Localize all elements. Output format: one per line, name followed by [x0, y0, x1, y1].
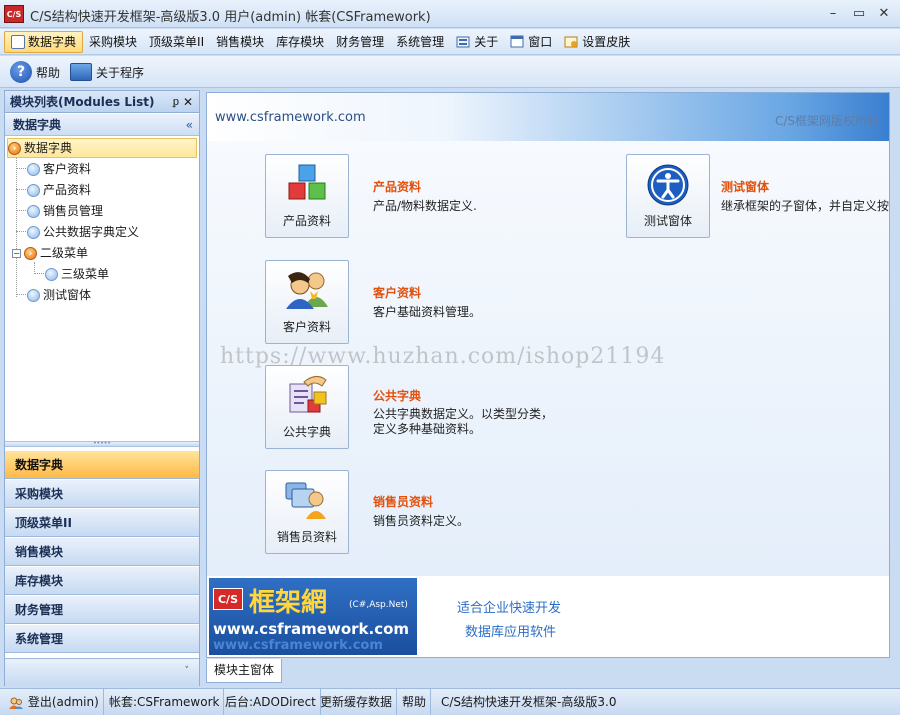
user-icon	[9, 697, 23, 709]
app-logo: C/S	[4, 5, 24, 23]
nav-system[interactable]: 系统管理	[5, 625, 199, 653]
chevron-down-icon[interactable]: ˅	[185, 666, 190, 676]
product-button[interactable]: 产品资料	[265, 154, 349, 238]
salesman-title: 销售员资料	[373, 495, 434, 509]
about-program-icon	[70, 63, 92, 81]
dictionary-icon	[289, 376, 327, 413]
window-title: C/S结构快速开发框架-高级版3.0 用户(admin) 帐套(CSFramew…	[30, 10, 431, 25]
status-logout[interactable]: 登出(admin)	[4, 689, 104, 715]
node-icon	[45, 267, 58, 281]
menu-skin[interactable]: 设置皮肤	[558, 31, 636, 53]
menu-data-dict[interactable]: 数据字典	[4, 31, 84, 53]
salesman-button[interactable]: 销售员资料	[265, 470, 349, 554]
module-tree: › 数据字典 客户资料 产品资料 销售员管理 公共数据字典定义 − › 二级菜单…	[5, 137, 199, 437]
ad-slogan-2[interactable]: 数据库应用软件	[465, 621, 556, 640]
status-product: C/S结构快速开发框架-高级版3.0	[441, 695, 617, 709]
watermark: https://www.huzhan.com/ishop21194	[220, 344, 666, 369]
nav-sales[interactable]: 销售模块	[5, 538, 199, 566]
nav-top-level-ii[interactable]: 顶级菜单II	[5, 509, 199, 537]
about-icon	[456, 36, 470, 48]
menu-bar: 数据字典 采购模块 顶级菜单II 销售模块 库存模块 财务管理 系统管理 关于 …	[0, 29, 900, 55]
panel-close-icon[interactable]: ✕	[183, 91, 193, 113]
banner: www.csframework.com C/S框架网版权所有	[207, 93, 889, 141]
panel-title: 模块列表(Modules List)	[5, 91, 199, 113]
product-desc: 产品/物料数据定义.	[373, 199, 477, 213]
status-help[interactable]: 帮助	[398, 689, 432, 715]
title-bar: C/S C/S结构快速开发框架-高级版3.0 用户(admin) 帐套(CSFr…	[0, 0, 900, 28]
tree-node-test-form[interactable]: 测试窗体	[27, 285, 91, 305]
node-icon	[27, 225, 40, 239]
tree-node-product[interactable]: 产品资料	[27, 180, 91, 200]
status-backend: 后台:ADODirect	[221, 689, 321, 715]
close-button[interactable]: ✕	[873, 4, 895, 24]
product-title: 产品资料	[373, 180, 422, 194]
test-form-title: 测试窗体	[721, 180, 770, 194]
data-dict-icon	[11, 35, 25, 49]
customer-desc: 客户基础资料管理。	[373, 305, 482, 319]
cubes-icon	[288, 164, 326, 200]
tree-node-customer[interactable]: 客户资料	[27, 159, 91, 179]
collapse-toggle-icon[interactable]: −	[12, 248, 21, 258]
minimize-button[interactable]: –	[822, 4, 844, 24]
window-icon	[510, 35, 524, 48]
customer-title: 客户资料	[373, 286, 422, 300]
node-icon	[27, 162, 40, 176]
help-button[interactable]: ? 帮助	[10, 61, 60, 83]
main-form: www.csframework.com C/S框架网版权所有 产品资料 产品资料…	[206, 92, 890, 658]
menu-system[interactable]: 系统管理	[390, 31, 450, 53]
panel-splitter[interactable]: •••••	[5, 441, 199, 447]
customer-button[interactable]: 客户资料	[265, 260, 349, 344]
test-form-desc: 继承框架的子窗体，并自定义按	[721, 199, 889, 213]
tree-node-salesman[interactable]: 销售员管理	[27, 201, 103, 221]
tree-node-root[interactable]: › 数据字典	[7, 138, 197, 158]
folder-node-icon: ›	[24, 246, 37, 260]
nav-inventory[interactable]: 库存模块	[5, 567, 199, 595]
menu-inventory[interactable]: 库存模块	[270, 31, 330, 53]
folder-node-icon: ›	[8, 141, 21, 155]
nav-data-dict[interactable]: 数据字典	[5, 451, 199, 479]
accessibility-icon	[647, 164, 689, 206]
common-dict-desc-2: 定义多种基础资料。	[373, 422, 482, 436]
nav-finance[interactable]: 财务管理	[5, 596, 199, 624]
menu-sales[interactable]: 销售模块	[210, 31, 270, 53]
status-refresh-cache[interactable]: 更新缓存数据	[316, 689, 398, 715]
menu-top-level-ii[interactable]: 顶级菜单II	[143, 31, 210, 53]
skin-icon	[564, 36, 578, 48]
menu-about[interactable]: 关于	[450, 31, 504, 53]
module-list-panel: 模块列表(Modules List) ᵱ ✕ 数据字典 « › 数据字典 客户资…	[4, 90, 200, 686]
menu-purchase[interactable]: 采购模块	[83, 31, 143, 53]
common-dict-desc-1: 公共字典数据定义。以类型分类，	[373, 407, 554, 421]
node-icon	[27, 183, 40, 197]
ad-slogan-1[interactable]: 适合企业快速开发	[457, 597, 561, 616]
salesman-icon	[285, 482, 326, 519]
csframework-logo[interactable]: C/S 框架網 (C#,Asp.Net) www.csframework.com…	[209, 578, 417, 655]
salesman-desc: 销售员资料定义。	[373, 514, 470, 528]
about-program-button[interactable]: 关于程序	[70, 61, 144, 83]
help-icon: ?	[10, 61, 32, 83]
collapse-icon[interactable]: «	[186, 114, 193, 136]
tree-node-submenu[interactable]: − › 二级菜单	[12, 243, 88, 263]
common-dict-button[interactable]: 公共字典	[265, 365, 349, 449]
tree-node-common-dict[interactable]: 公共数据字典定义	[27, 222, 139, 242]
users-icon	[286, 272, 328, 309]
tab-main-form[interactable]: 模块主窗体	[206, 659, 282, 683]
nav-purchase[interactable]: 采购模块	[5, 480, 199, 508]
advert-bar: C/S 框架網 (C#,Asp.Net) www.csframework.com…	[207, 577, 889, 657]
group-header[interactable]: 数据字典	[5, 114, 199, 136]
menu-finance[interactable]: 财务管理	[330, 31, 390, 53]
tree-node-level3[interactable]: 三级菜单	[45, 264, 109, 284]
node-icon	[27, 288, 40, 302]
nav-footer	[5, 658, 199, 686]
maximize-button[interactable]: ▭	[848, 4, 870, 24]
test-form-button[interactable]: 测试窗体	[626, 154, 710, 238]
pin-icon[interactable]: ᵱ	[173, 91, 179, 113]
toolbar: ? 帮助 关于程序	[0, 56, 900, 88]
status-bar: 登出(admin) 帐套:CSFramework 后台:ADODirect 更新…	[0, 688, 900, 715]
menu-window[interactable]: 窗口	[504, 31, 558, 53]
banner-copyright: C/S框架网版权所有	[774, 114, 879, 128]
node-icon	[27, 204, 40, 218]
status-account: 帐套:CSFramework	[105, 689, 225, 715]
banner-url: www.csframework.com	[215, 110, 366, 125]
common-dict-title: 公共字典	[373, 389, 422, 403]
